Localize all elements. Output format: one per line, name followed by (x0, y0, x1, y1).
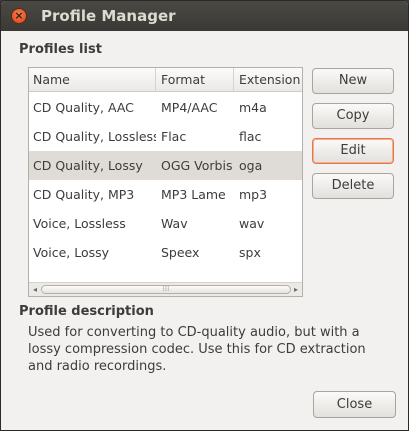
scroll-left-icon[interactable]: ◂ (30, 284, 40, 295)
cell-format: Flac (161, 129, 187, 144)
cell-extension: spx (239, 245, 261, 260)
profiles-list[interactable]: Name Format Extension CD Quality, AAC MP… (28, 67, 303, 297)
table-row[interactable]: CD Quality, Lossless Flac flac (29, 122, 302, 151)
cell-extension: mp3 (239, 187, 268, 202)
cell-extension: m4a (239, 100, 267, 115)
list-header: Name Format Extension (29, 68, 302, 92)
cell-name: Voice, Lossless (33, 216, 126, 231)
cell-format: MP3 Lame (161, 187, 226, 202)
profile-manager-window: × Profile Manager Profiles list Name For… (0, 0, 409, 431)
table-row[interactable]: Voice, Lossless Wav wav (29, 209, 302, 238)
column-header-name[interactable]: Name (29, 68, 156, 92)
table-row-selected[interactable]: CD Quality, Lossy OGG Vorbis oga (29, 151, 302, 180)
profile-description-heading: Profile description (19, 304, 154, 319)
copy-button[interactable]: Copy (312, 103, 394, 129)
profile-description-text: Used for converting to CD-quality audio,… (28, 325, 366, 374)
horizontal-scrollbar[interactable]: ◂ ⁞⁞⁞ ▸ (29, 282, 302, 296)
close-button[interactable]: Close (313, 391, 396, 418)
close-icon[interactable]: × (11, 8, 27, 24)
new-button[interactable]: New (312, 68, 394, 94)
table-row[interactable]: CD Quality, MP3 MP3 Lame mp3 (29, 180, 302, 209)
cell-format: OGG Vorbis (161, 158, 233, 173)
window-title: Profile Manager (41, 7, 176, 25)
cell-name: CD Quality, Lossless (33, 129, 156, 144)
cell-format: Speex (161, 245, 200, 260)
column-header-extension[interactable]: Extension (235, 68, 304, 92)
profiles-list-heading: Profiles list (19, 42, 102, 57)
cell-extension: oga (239, 158, 263, 173)
column-header-format[interactable]: Format (157, 68, 234, 92)
cell-name: Voice, Lossy (33, 245, 110, 260)
title-bar: × Profile Manager (1, 1, 408, 31)
edit-button[interactable]: Edit (312, 138, 394, 164)
cell-name: CD Quality, AAC (33, 100, 134, 115)
table-row[interactable]: CD Quality, AAC MP4/AAC m4a (29, 93, 302, 122)
cell-name: CD Quality, MP3 (33, 187, 135, 202)
scrollbar-thumb[interactable]: ⁞⁞⁞ (41, 285, 291, 294)
cell-extension: flac (239, 129, 262, 144)
table-row[interactable]: Voice, Lossy Speex spx (29, 238, 302, 267)
cell-format: Wav (161, 216, 188, 231)
scroll-right-icon[interactable]: ▸ (291, 284, 301, 295)
cell-name: CD Quality, Lossy (33, 158, 143, 173)
cell-format: MP4/AAC (161, 100, 218, 115)
delete-button[interactable]: Delete (312, 173, 394, 199)
cell-extension: wav (239, 216, 265, 231)
